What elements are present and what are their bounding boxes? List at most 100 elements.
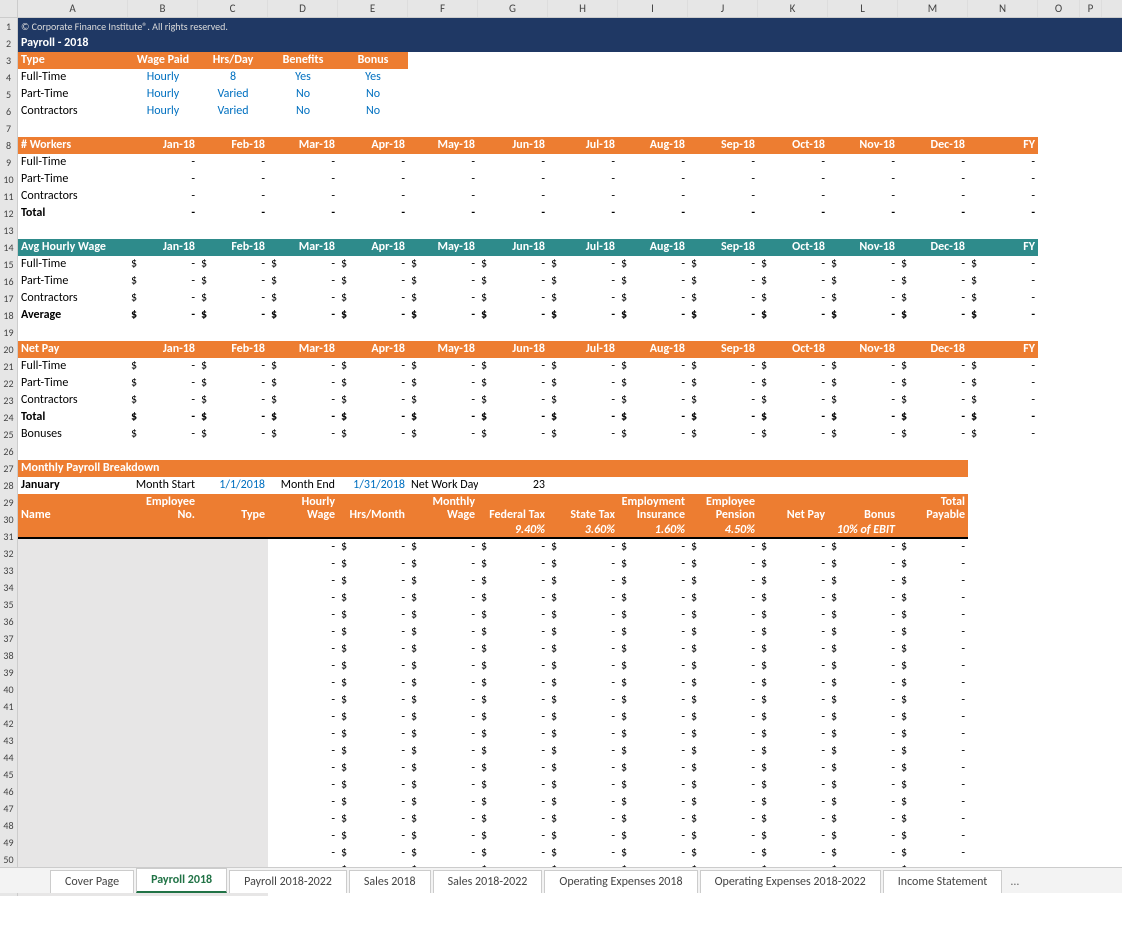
empno-cell[interactable] [128, 777, 198, 794]
label[interactable]: Month Start [128, 477, 198, 494]
empty-cell[interactable] [898, 52, 968, 69]
cell-value[interactable]: - [478, 188, 548, 205]
empty-cell[interactable] [18, 324, 128, 341]
cell-value[interactable]: $- [898, 426, 968, 443]
breakdown-header[interactable]: Employment Insurance [618, 494, 688, 522]
cell-value[interactable]: - [268, 743, 338, 760]
type-cell[interactable] [198, 573, 268, 590]
cell-value[interactable]: $- [828, 590, 898, 607]
empty-cell[interactable] [618, 120, 688, 137]
empno-cell[interactable] [128, 845, 198, 862]
cell-value[interactable]: $- [198, 409, 268, 426]
empno-cell[interactable] [128, 607, 198, 624]
month-name[interactable]: January [18, 477, 128, 494]
row-header-13[interactable]: 13 [0, 222, 17, 239]
cell-value[interactable]: - [268, 692, 338, 709]
cell-value[interactable]: $- [408, 709, 478, 726]
empty-cell[interactable] [1080, 69, 1102, 86]
row-header-10[interactable]: 10 [0, 171, 17, 188]
empty-cell[interactable] [1080, 743, 1102, 760]
empty-cell[interactable] [968, 624, 1038, 641]
more-tabs-indicator[interactable]: ... [1004, 871, 1025, 893]
empty-cell[interactable] [548, 477, 618, 494]
empty-cell[interactable] [968, 590, 1038, 607]
row-label[interactable]: Bonuses [18, 426, 128, 443]
empty-cell[interactable] [408, 69, 478, 86]
row-header-7[interactable]: 7 [0, 120, 17, 137]
cell-value[interactable]: - [898, 171, 968, 188]
cell-value[interactable]: $- [968, 409, 1038, 426]
sheet-tab[interactable]: Sales 2018 [349, 870, 431, 893]
empty-cell[interactable] [1080, 341, 1102, 358]
cell-value[interactable]: $- [828, 692, 898, 709]
empty-cell[interactable] [1038, 460, 1080, 477]
cell-value[interactable]: $- [828, 426, 898, 443]
cell-value[interactable]: $- [688, 624, 758, 641]
empty-cell[interactable] [1080, 239, 1102, 256]
breakdown-subheader[interactable] [128, 522, 198, 539]
cell-value[interactable]: $- [828, 641, 898, 658]
cell-value[interactable]: - [268, 828, 338, 845]
cell-value[interactable]: $- [198, 307, 268, 324]
empty-cell[interactable] [1038, 120, 1080, 137]
cell-value[interactable]: - [268, 760, 338, 777]
empty-cell[interactable] [688, 443, 758, 460]
cell-value[interactable]: $- [408, 556, 478, 573]
cell-value[interactable]: $- [618, 256, 688, 273]
type-cell[interactable] [198, 692, 268, 709]
cell-value[interactable]: $- [618, 358, 688, 375]
cell-value[interactable]: $- [548, 760, 618, 777]
cell-value[interactable]: - [268, 658, 338, 675]
cell-value[interactable]: - [268, 205, 338, 222]
cell-value[interactable]: - [338, 205, 408, 222]
empty-cell[interactable] [898, 69, 968, 86]
cell-value[interactable]: $- [408, 658, 478, 675]
empty-cell[interactable] [758, 324, 828, 341]
cell-value[interactable]: $- [828, 624, 898, 641]
empty-cell[interactable] [478, 443, 548, 460]
cell-value[interactable]: $- [688, 307, 758, 324]
empty-cell[interactable] [1080, 120, 1102, 137]
row-header-37[interactable]: 37 [0, 630, 17, 647]
type-cell[interactable] [198, 539, 268, 556]
empty-cell[interactable] [758, 120, 828, 137]
empty-cell[interactable] [18, 222, 128, 239]
month-header[interactable]: Sep-18 [688, 341, 758, 358]
cell-value[interactable]: $- [478, 426, 548, 443]
cell-value[interactable]: $- [898, 539, 968, 556]
col-header-M[interactable]: M [898, 0, 968, 17]
cell-value[interactable]: $- [408, 273, 478, 290]
cell-value[interactable]: $- [618, 624, 688, 641]
empty-cell[interactable] [618, 477, 688, 494]
breakdown-header[interactable]: Monthly Wage [408, 494, 478, 522]
empty-cell[interactable] [1080, 460, 1102, 477]
cell-value[interactable]: $- [478, 256, 548, 273]
cell-value[interactable]: $- [968, 426, 1038, 443]
col-header-I[interactable]: I [618, 0, 688, 17]
empty-cell[interactable] [968, 828, 1038, 845]
cell-value[interactable]: $- [898, 573, 968, 590]
cell-value[interactable]: $- [758, 273, 828, 290]
empty-cell[interactable] [1038, 290, 1080, 307]
cell-value[interactable]: $- [128, 273, 198, 290]
empty-cell[interactable] [968, 777, 1038, 794]
empty-cell[interactable] [18, 443, 128, 460]
cell-value[interactable]: - [478, 154, 548, 171]
cell-value[interactable]: - [968, 171, 1038, 188]
cell-value[interactable]: $- [548, 590, 618, 607]
row-label[interactable]: Full-Time [18, 154, 128, 171]
col-header-L[interactable]: L [828, 0, 898, 17]
cell-value[interactable]: $- [688, 375, 758, 392]
cell-value[interactable]: $- [688, 273, 758, 290]
cell-value[interactable]: - [128, 188, 198, 205]
empty-cell[interactable] [478, 222, 548, 239]
cell-value[interactable]: $- [688, 409, 758, 426]
col-header-O[interactable]: O [1038, 0, 1080, 17]
cell-value[interactable]: $- [548, 845, 618, 862]
month-header[interactable]: Apr-18 [338, 239, 408, 256]
month-header[interactable]: FY [968, 341, 1038, 358]
empty-cell[interactable] [1038, 760, 1080, 777]
empty-cell[interactable] [758, 477, 828, 494]
cell-value[interactable]: $- [478, 845, 548, 862]
cell-value[interactable]: $- [758, 607, 828, 624]
